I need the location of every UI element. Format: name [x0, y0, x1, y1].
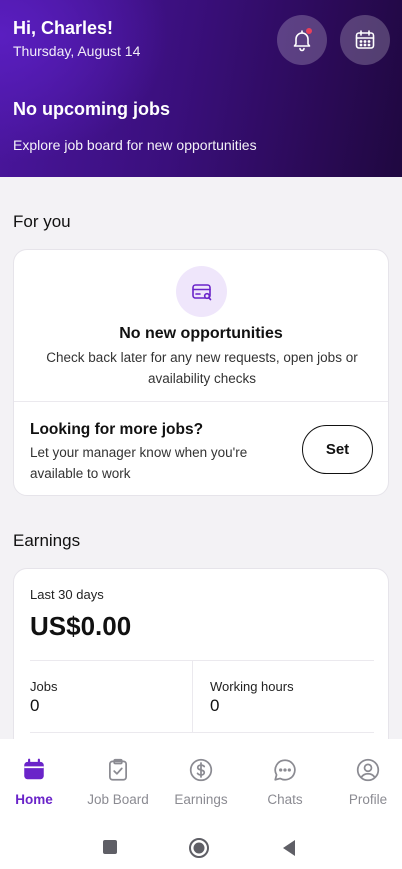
- dollar-circle-icon: [189, 758, 213, 782]
- explore-job-board-link[interactable]: Explore job board for new opportunities: [13, 137, 257, 153]
- hero-header: Hi, Charles! Thursday, August 14 No upco…: [0, 0, 402, 177]
- earnings-amount: US$0.00: [30, 611, 132, 641]
- home-circle-icon[interactable]: [188, 837, 210, 859]
- tab-profile[interactable]: Profile: [328, 739, 402, 821]
- earnings-title: Earnings: [13, 531, 81, 550]
- clipboard-check-icon: [109, 758, 127, 781]
- notifications-button[interactable]: [277, 15, 327, 65]
- tab-home[interactable]: Home: [0, 739, 74, 821]
- working-hours-label: Working hours: [210, 679, 294, 694]
- system-navigation-bar: [0, 821, 402, 869]
- tab-earnings-label: Earnings: [174, 792, 228, 807]
- divider: [14, 401, 388, 402]
- tab-job-board[interactable]: Job Board: [78, 739, 158, 821]
- calendar-button[interactable]: [340, 15, 390, 65]
- working-hours-value: 0: [210, 696, 220, 715]
- for-you-card: No new opportunities Check back later fo…: [13, 249, 389, 496]
- calendar-icon: [355, 30, 375, 49]
- back-triangle-icon[interactable]: [281, 838, 297, 858]
- no-upcoming-jobs-title: No upcoming jobs: [13, 99, 170, 119]
- jobs-label: Jobs: [30, 679, 58, 694]
- chat-bubble-icon: [274, 759, 296, 781]
- divider: [30, 660, 374, 661]
- divider-vertical: [192, 660, 193, 733]
- divider: [30, 732, 374, 733]
- current-date: Thursday, August 14: [13, 43, 141, 59]
- calendar-filled-icon: [24, 758, 44, 780]
- bottom-tab-bar: Home Job Board Earnings Chats Profile: [0, 739, 402, 821]
- more-jobs-title: Looking for more jobs?: [30, 421, 204, 438]
- tab-chats[interactable]: Chats: [245, 739, 325, 821]
- no-opportunities-title: No new opportunities: [119, 325, 283, 342]
- tab-job-board-label: Job Board: [87, 792, 149, 807]
- tab-earnings[interactable]: Earnings: [161, 739, 241, 821]
- earnings-card: Last 30 days US$0.00 Jobs 0 Working hour…: [13, 568, 389, 768]
- recents-square-icon[interactable]: [102, 839, 118, 855]
- more-jobs-desc: Let your manager know when you're availa…: [30, 445, 248, 481]
- no-opportunities-desc: Check back later for any new requests, o…: [46, 350, 358, 386]
- tab-home-label: Home: [15, 792, 53, 807]
- notification-dot: [306, 28, 312, 34]
- greeting: Hi, Charles!: [13, 18, 114, 38]
- user-circle-icon: [356, 758, 380, 782]
- tab-profile-label: Profile: [348, 792, 388, 807]
- earnings-period: Last 30 days: [30, 587, 104, 602]
- card-search-icon: [191, 283, 211, 300]
- jobs-value: 0: [30, 696, 40, 715]
- set-availability-button[interactable]: Set: [302, 425, 373, 474]
- opportunity-icon-wrap: [176, 266, 227, 317]
- tab-chats-label: Chats: [267, 792, 303, 807]
- for-you-title: For you: [13, 212, 71, 231]
